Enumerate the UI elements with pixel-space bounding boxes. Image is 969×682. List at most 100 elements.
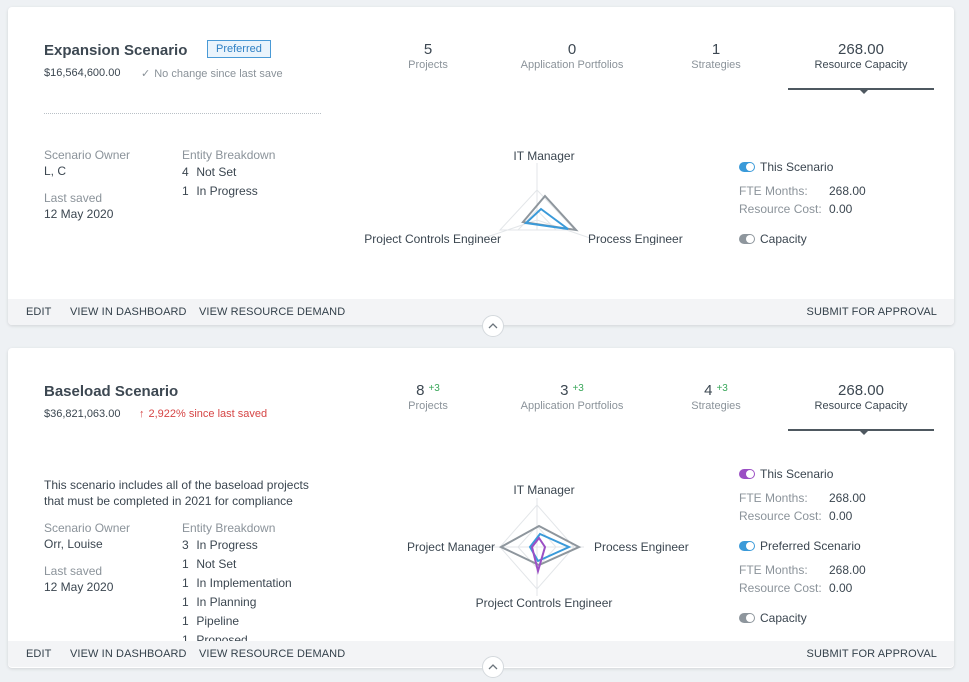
entity-breakdown-label: Entity Breakdown [182, 521, 276, 535]
collapse-button[interactable] [482, 656, 504, 678]
legend-capacity[interactable]: Capacity [739, 609, 807, 627]
metric-value: 268.00 [838, 382, 884, 399]
checkmark-icon: ✓ [141, 68, 151, 80]
breakdown-row: 4 Not Set [182, 165, 237, 179]
metric-label: Application Portfolios [520, 400, 624, 412]
toggle-switch[interactable] [739, 162, 755, 172]
view-resource-demand-link[interactable]: VIEW RESOURCE DEMAND [199, 306, 345, 318]
radar-chart: IT Manager Process Engineer Project Cont… [407, 483, 689, 610]
metric-label: Application Portfolios [520, 59, 624, 71]
owner-value: L, C [44, 164, 67, 178]
breakdown-row: 1 In Planning [182, 595, 257, 609]
radar-label: Process Engineer [588, 232, 683, 245]
resource-cost-label: Resource Cost: [739, 581, 822, 595]
scenario-card-baseload: Baseload Scenario $36,821,063.00 ↑ 2,922%… [8, 348, 954, 678]
metric-label: Projects [408, 59, 448, 71]
this-scenario-series [530, 536, 547, 575]
toggle-switch[interactable] [739, 234, 755, 244]
breakdown-row: 3 In Progress [182, 538, 258, 552]
submit-for-approval-link[interactable]: SUBMIT FOR APPROVAL [807, 648, 937, 660]
edit-link[interactable]: EDIT [26, 306, 51, 318]
card-footer: EDIT VIEW IN DASHBOARD VIEW RESOURCE DEM… [8, 299, 954, 325]
metric-value: 5 [423, 41, 433, 58]
fte-months-value: 268.00 [829, 491, 866, 505]
scenario-amount: $36,821,063.00 [44, 408, 121, 420]
metric-application-portfolios[interactable]: 3 +3 Application Portfolios [507, 382, 637, 412]
change-status: ↑ 2,922% since last saved [139, 408, 268, 420]
breakdown-row: 1 In Progress [182, 184, 258, 198]
metric-projects[interactable]: 5 Projects [363, 41, 493, 71]
fte-months-value: 268.00 [829, 563, 866, 577]
preferred-badge: Preferred [207, 40, 271, 58]
last-saved-value: 12 May 2020 [44, 207, 114, 221]
last-saved-label: Last saved [44, 564, 103, 578]
metric-projects[interactable]: 8 +3 Projects [363, 382, 493, 412]
selected-tab-notch [860, 431, 868, 435]
metric-label: Strategies [691, 59, 741, 71]
metric-strategies[interactable]: 4 +3 Strategies [651, 382, 781, 412]
owner-label: Scenario Owner [44, 521, 131, 535]
collapse-button[interactable] [482, 315, 504, 337]
legend-this-scenario[interactable]: This Scenario [739, 158, 833, 176]
legend-preferred-scenario[interactable]: Preferred Scenario [739, 537, 861, 555]
scenario-title[interactable]: Expansion Scenario [44, 42, 187, 59]
fte-months-label: FTE Months: [739, 491, 808, 505]
resource-cost-value: 0.00 [829, 509, 853, 523]
metric-value: 268.00 [838, 41, 884, 58]
edit-link[interactable]: EDIT [26, 648, 51, 660]
metric-resource-capacity[interactable]: 268.00 Resource Capacity [788, 41, 934, 71]
scenario-title[interactable]: Baseload Scenario [44, 383, 178, 400]
owner-label: Scenario Owner [44, 148, 131, 162]
fte-months-label: FTE Months: [739, 563, 808, 577]
submit-for-approval-link[interactable]: SUBMIT FOR APPROVAL [807, 306, 937, 318]
radar-label: IT Manager [513, 483, 574, 497]
metric-application-portfolios[interactable]: 0 Application Portfolios [507, 41, 637, 71]
change-status: ✓ No change since last save [141, 68, 283, 80]
metric-value: 8 +3 [416, 382, 440, 399]
breakdown-row: 1 In Implementation [182, 576, 292, 590]
chevron-up-icon [488, 664, 498, 670]
last-saved-label: Last saved [44, 191, 103, 205]
view-in-dashboard-link[interactable]: VIEW IN DASHBOARD [70, 306, 187, 318]
radar-label: Project Controls Engineer [476, 596, 613, 610]
resource-cost-value: 0.00 [829, 202, 853, 216]
metric-label: Resource Capacity [814, 400, 908, 412]
entity-breakdown-list: 4 Not Set 1 In Progress [182, 165, 258, 203]
legend-this-scenario[interactable]: This Scenario [739, 465, 833, 483]
legend-capacity[interactable]: Capacity [739, 230, 807, 248]
divider [44, 113, 321, 114]
resource-cost-label: Resource Cost: [739, 509, 822, 523]
breakdown-row: 1 Not Set [182, 557, 237, 571]
metric-label: Resource Capacity [814, 59, 908, 71]
metric-strategies[interactable]: 1 Strategies [651, 41, 781, 71]
resource-cost-value: 0.00 [829, 581, 853, 595]
view-resource-demand-link[interactable]: VIEW RESOURCE DEMAND [199, 648, 345, 660]
radar-label: Project Manager [407, 540, 495, 554]
radar-grid [480, 163, 594, 240]
radar-label: Process Engineer [594, 540, 689, 554]
metric-value: 4 +3 [704, 382, 728, 399]
metric-resource-capacity[interactable]: 268.00 Resource Capacity [788, 382, 934, 412]
selected-tab-notch [860, 90, 868, 94]
arrow-up-icon: ↑ [139, 408, 145, 420]
toggle-switch[interactable] [739, 469, 755, 479]
scenario-amount: $16,564,600.00 [44, 67, 121, 79]
capacity-series [521, 194, 579, 232]
scenario-card-expansion: Expansion Scenario Preferred $16,564,600… [8, 7, 954, 337]
breakdown-row: 1 Proposed [182, 633, 248, 641]
view-in-dashboard-link[interactable]: VIEW IN DASHBOARD [70, 648, 187, 660]
entity-breakdown-label: Entity Breakdown [182, 148, 276, 162]
fte-months-value: 268.00 [829, 184, 866, 198]
metric-label: Projects [408, 400, 448, 412]
radar-label: Project Controls Engineer [364, 232, 501, 245]
toggle-switch[interactable] [739, 541, 755, 551]
entity-breakdown-list: 3 In Progress 1 Not Set 1 In Implementat… [182, 538, 292, 641]
scenario-description: This scenario includes all of the baselo… [44, 478, 309, 508]
radar-label: IT Manager [513, 149, 574, 163]
metric-value: 1 [711, 41, 721, 58]
metric-value: 3 +3 [560, 382, 584, 399]
fte-months-label: FTE Months: [739, 184, 808, 198]
resource-cost-label: Resource Cost: [739, 202, 822, 216]
toggle-switch[interactable] [739, 613, 755, 623]
metric-label: Strategies [691, 400, 741, 412]
